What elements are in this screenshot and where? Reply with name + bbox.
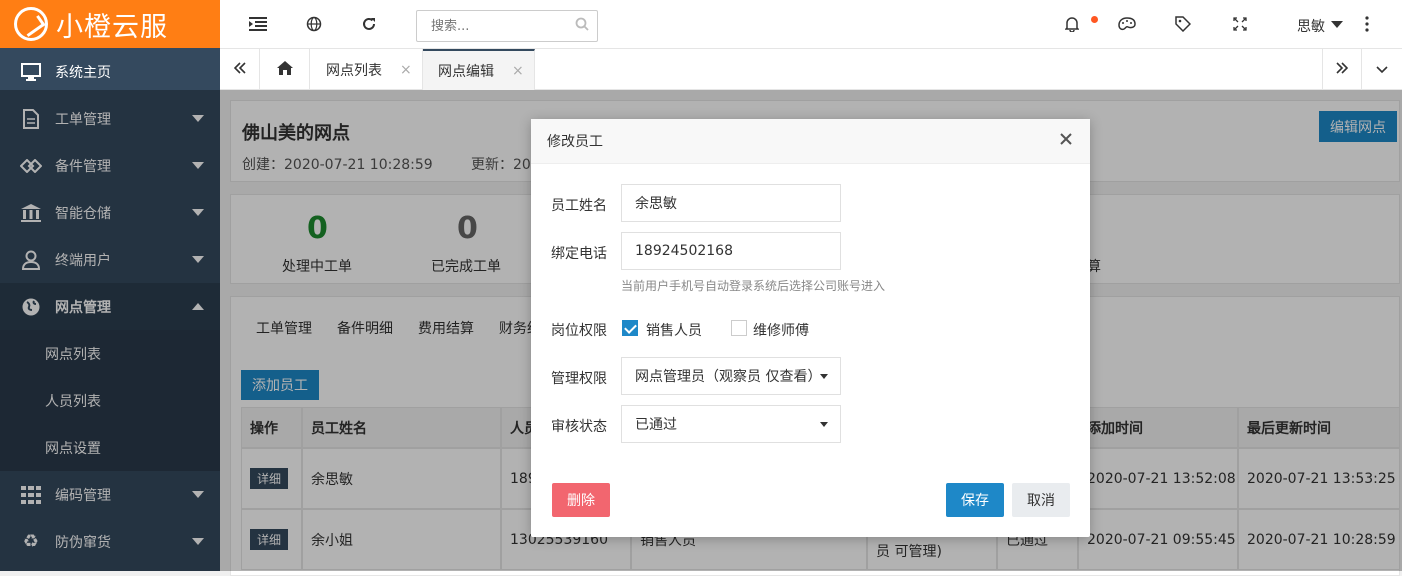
user-menu[interactable]: 思敏 — [1297, 16, 1325, 36]
chevron-down-icon[interactable] — [1331, 21, 1343, 28]
bell-icon[interactable] — [1062, 14, 1082, 34]
fullscreen-icon[interactable] — [1230, 14, 1250, 34]
tab-outlet-list[interactable]: 网点列表 × — [310, 49, 423, 90]
sales-checkbox-label[interactable]: 销售人员 — [646, 320, 702, 340]
technician-checkbox-label[interactable]: 维修师傅 — [753, 320, 809, 340]
logo-text: 小橙云服 — [56, 11, 168, 43]
search-icon[interactable] — [575, 17, 591, 33]
tab-scroll-left-button[interactable] — [220, 49, 260, 90]
tab-home[interactable] — [260, 49, 310, 90]
name-field[interactable]: 余思敏 — [621, 184, 841, 222]
permission-label: 管理权限 — [551, 371, 607, 387]
tab-menu-button[interactable] — [1362, 49, 1402, 90]
close-icon[interactable] — [1058, 132, 1074, 148]
caret-down-icon — [820, 374, 828, 379]
cancel-button[interactable]: 取消 — [1012, 483, 1070, 517]
caret-down-icon — [820, 422, 828, 427]
top-bar: 思敏 — [220, 0, 1402, 49]
globe-icon[interactable] — [304, 14, 324, 34]
close-icon[interactable]: × — [512, 63, 524, 79]
permission-select[interactable]: 网点管理员（观察员 仅查看） — [621, 357, 841, 395]
phone-label: 绑定电话 — [551, 246, 607, 262]
status-label: 审核状态 — [551, 419, 607, 435]
sidebar-item-home[interactable]: 系统主页 — [0, 48, 220, 95]
status-select-value: 已通过 — [635, 417, 677, 433]
notification-badge — [1091, 16, 1098, 23]
tab-scroll-right-button[interactable] — [1322, 49, 1362, 90]
name-label: 员工姓名 — [551, 198, 607, 214]
logo-icon — [14, 7, 48, 41]
tab-label: 网点编辑 — [438, 63, 494, 80]
search-input[interactable] — [416, 10, 598, 42]
tag-icon[interactable] — [1173, 14, 1193, 34]
phone-hint: 当前用户手机号自动登录系统后选择公司账号进入 — [621, 279, 886, 293]
dialog-header: 修改员工 — [531, 119, 1090, 164]
delete-button[interactable]: 删除 — [552, 483, 610, 517]
palette-icon[interactable] — [1117, 14, 1137, 34]
role-label: 岗位权限 — [551, 323, 607, 339]
status-select[interactable]: 已通过 — [621, 405, 841, 443]
close-icon[interactable]: × — [400, 62, 412, 78]
tab-label: 网点列表 — [326, 62, 382, 79]
sidebar-item-label: 系统主页 — [55, 64, 111, 81]
refresh-icon[interactable] — [359, 14, 379, 34]
monitor-icon — [20, 61, 42, 83]
edit-staff-dialog: 修改员工 员工姓名 余思敏 绑定电话 18924502168 当前用户手机号自动… — [531, 119, 1090, 537]
technician-checkbox[interactable] — [731, 320, 747, 336]
menu-toggle-icon[interactable] — [248, 14, 268, 34]
tab-outlet-edit[interactable]: 网点编辑 × — [423, 49, 535, 90]
save-button[interactable]: 保存 — [946, 483, 1004, 517]
logo[interactable]: 小橙云服 — [0, 0, 220, 48]
chevron-down-icon — [1376, 62, 1388, 78]
home-icon — [276, 60, 294, 80]
tab-bar: 网点列表 × 网点编辑 × — [220, 49, 1402, 90]
phone-field[interactable]: 18924502168 — [621, 232, 841, 270]
double-chevron-right-icon — [1336, 61, 1349, 78]
sales-checkbox[interactable] — [622, 320, 638, 336]
permission-select-value: 网点管理员（观察员 仅查看） — [635, 369, 822, 385]
double-chevron-left-icon — [233, 61, 246, 78]
dialog-title: 修改员工 — [547, 134, 603, 150]
more-vertical-icon[interactable] — [1357, 14, 1377, 34]
